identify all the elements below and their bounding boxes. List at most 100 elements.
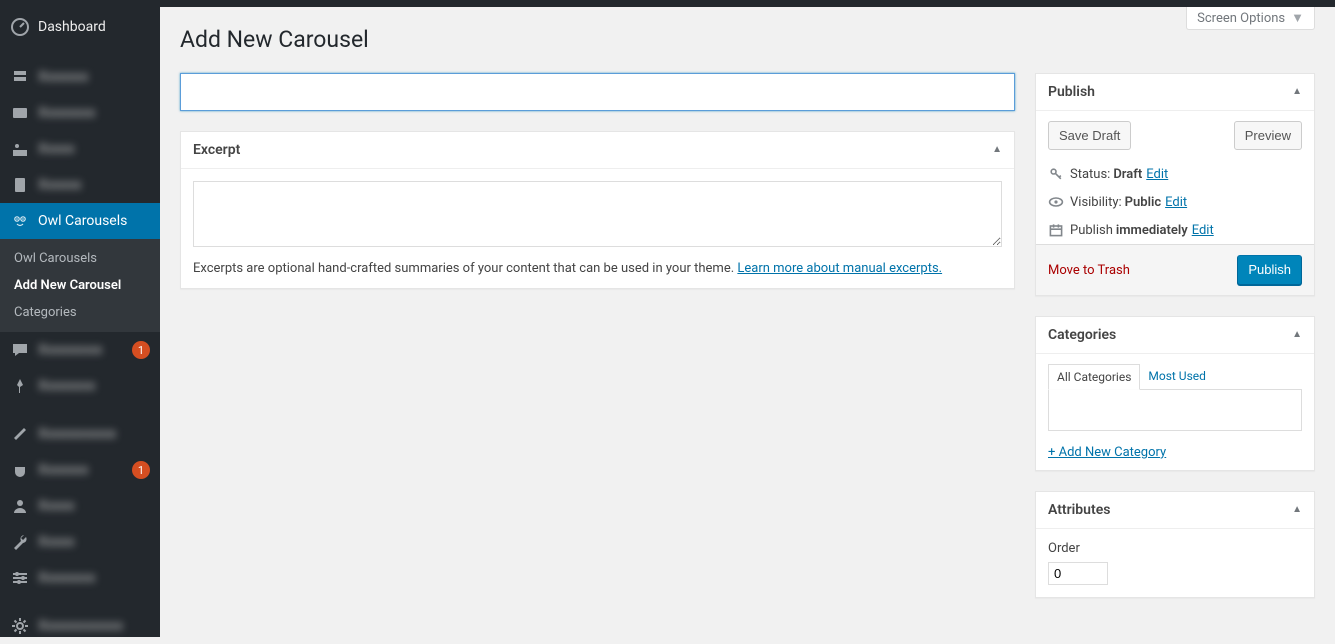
toggle-icon[interactable]: ▲ [1292,504,1302,515]
sidebar-label: Xxxxxxx [38,462,128,478]
sidebar-item-blurred[interactable]: Xxxxxxx 1 [0,452,160,488]
screen-options-label: Screen Options [1197,11,1285,26]
publish-schedule-row: Publish immediately Edit [1036,216,1314,244]
media-icon [10,139,30,159]
sidebar-label: Xxxxxxx [38,69,150,85]
sidebar-item-blurred[interactable]: Xxxxx [0,524,160,560]
preview-button[interactable]: Preview [1234,121,1302,151]
metabox-title: Excerpt [193,142,992,158]
sidebar-subitem-categories[interactable]: Categories [0,299,160,326]
visibility-value: Public [1125,195,1161,210]
sidebar-label: Xxxxx [38,534,150,550]
toggle-icon[interactable]: ▲ [1292,86,1302,97]
wrench-icon [10,532,30,552]
content-right-column: Publish ▲ Save Draft Preview Status: Dra… [1035,73,1315,598]
order-label: Order [1048,541,1302,556]
sidebar-label: Dashboard [38,19,150,35]
sidebar-label: Xxxxxxxx [38,378,150,394]
order-input[interactable] [1048,562,1108,585]
admin-sidebar: Dashboard Xxxxxxx Xxxxxxxx Xxxxx Xxxxxx … [0,7,160,637]
sidebar-label: Xxxxxxxxx [38,342,128,358]
sidebar-label: Xxxxxxxx [38,105,150,121]
metabox-title: Categories [1048,327,1292,343]
admin-top-bar [0,0,1335,7]
eye-icon [1048,194,1068,210]
sidebar-item-blurred[interactable]: Xxxxx [0,131,160,167]
screen-options-button[interactable]: Screen Options ▼ [1186,7,1315,30]
sidebar-item-blurred[interactable]: Xxxxxxxxxxx [0,416,160,452]
key-icon [1048,166,1068,182]
gear-icon [10,616,30,636]
move-to-trash-link[interactable]: Move to Trash [1048,263,1130,278]
sidebar-subitem-add-new-carousel[interactable]: Add New Carousel [0,272,160,299]
edit-status-link[interactable]: Edit [1146,167,1168,182]
attributes-metabox: Attributes ▲ Order [1035,491,1315,598]
category-tabs: All Categories Most Used [1048,364,1302,390]
owl-icon [10,211,30,231]
excerpt-description: Excerpts are optional hand-crafted summa… [193,261,1002,276]
add-new-category-link[interactable]: + Add New Category [1048,445,1166,460]
brush-icon [10,424,30,444]
metabox-header[interactable]: Publish ▲ [1036,74,1314,111]
save-draft-button[interactable]: Save Draft [1048,121,1131,151]
main-content: Screen Options ▼ Add New Carousel Excerp… [160,7,1335,637]
sidebar-item-blurred[interactable]: Xxxxxxxxxxxx [0,608,160,644]
metabox-header[interactable]: Excerpt ▲ [181,132,1014,169]
comment-icon [10,340,30,360]
sidebar-item-dashboard[interactable]: Dashboard [0,7,160,47]
post-title-input[interactable] [180,73,1015,111]
pin-icon [10,376,30,396]
sidebar-item-blurred[interactable]: Xxxxxxxxx 1 [0,332,160,368]
sidebar-label: Xxxxx [38,498,150,514]
sidebar-item-blurred[interactable]: Xxxxx [0,488,160,524]
sidebar-label: Owl Carousels [38,213,150,229]
sidebar-submenu: Owl Carousels Add New Carousel Categorie… [0,239,160,332]
sidebar-item-blurred[interactable]: Xxxxxx [0,167,160,203]
publish-status-row: Status: Draft Edit [1036,160,1314,188]
content-left-column: Excerpt ▲ Excerpts are optional hand-cra… [180,73,1015,598]
calendar-icon [1048,222,1068,238]
publish-metabox: Publish ▲ Save Draft Preview Status: Dra… [1035,73,1315,296]
sidebar-item-blurred[interactable]: Xxxxxxxx [0,368,160,404]
dashboard-icon [10,17,30,37]
excerpt-metabox: Excerpt ▲ Excerpts are optional hand-cra… [180,131,1015,289]
sidebar-subitem-owl-carousels[interactable]: Owl Carousels [0,245,160,272]
publish-visibility-row: Visibility: Public Edit [1036,188,1314,216]
tab-all-categories[interactable]: All Categories [1048,364,1140,390]
edit-visibility-link[interactable]: Edit [1165,195,1187,210]
media-icon [10,103,30,123]
caret-down-icon: ▼ [1291,10,1304,26]
page-title: Add New Carousel [180,25,1315,55]
notification-badge: 1 [132,341,150,359]
slider-icon [10,568,30,588]
toggle-icon[interactable]: ▲ [1292,329,1302,340]
metabox-title: Publish [1048,84,1292,100]
schedule-value: immediately [1116,223,1188,238]
sidebar-item-owl-carousels[interactable]: Owl Carousels [0,203,160,239]
notification-badge: 1 [132,461,150,479]
category-checklist-panel[interactable] [1048,389,1302,431]
categories-metabox: Categories ▲ All Categories Most Used + … [1035,316,1315,471]
excerpt-learn-more-link[interactable]: Learn more about manual excerpts. [737,261,942,276]
page-icon [10,175,30,195]
plugin-icon [10,460,30,480]
metabox-header[interactable]: Attributes ▲ [1036,492,1314,529]
tab-most-used[interactable]: Most Used [1140,364,1214,390]
sidebar-label: Xxxxxxxxxxx [38,426,150,442]
publish-button[interactable]: Publish [1237,255,1302,285]
sidebar-label: Xxxxxx [38,177,150,193]
toggle-icon[interactable]: ▲ [992,144,1002,155]
status-value: Draft [1113,167,1142,182]
pin-icon [10,67,30,87]
sidebar-item-blurred[interactable]: Xxxxxxxx [0,95,160,131]
excerpt-textarea[interactable] [193,181,1002,247]
sidebar-label: Xxxxxxxxxxxx [38,618,150,634]
sidebar-item-blurred[interactable]: Xxxxxxx [0,59,160,95]
metabox-header[interactable]: Categories ▲ [1036,317,1314,354]
sidebar-item-blurred[interactable]: Xxxxxxxx [0,560,160,596]
user-icon [10,496,30,516]
edit-schedule-link[interactable]: Edit [1192,223,1214,238]
sidebar-label: Xxxxx [38,141,150,157]
metabox-title: Attributes [1048,502,1292,518]
sidebar-label: Xxxxxxxx [38,570,150,586]
